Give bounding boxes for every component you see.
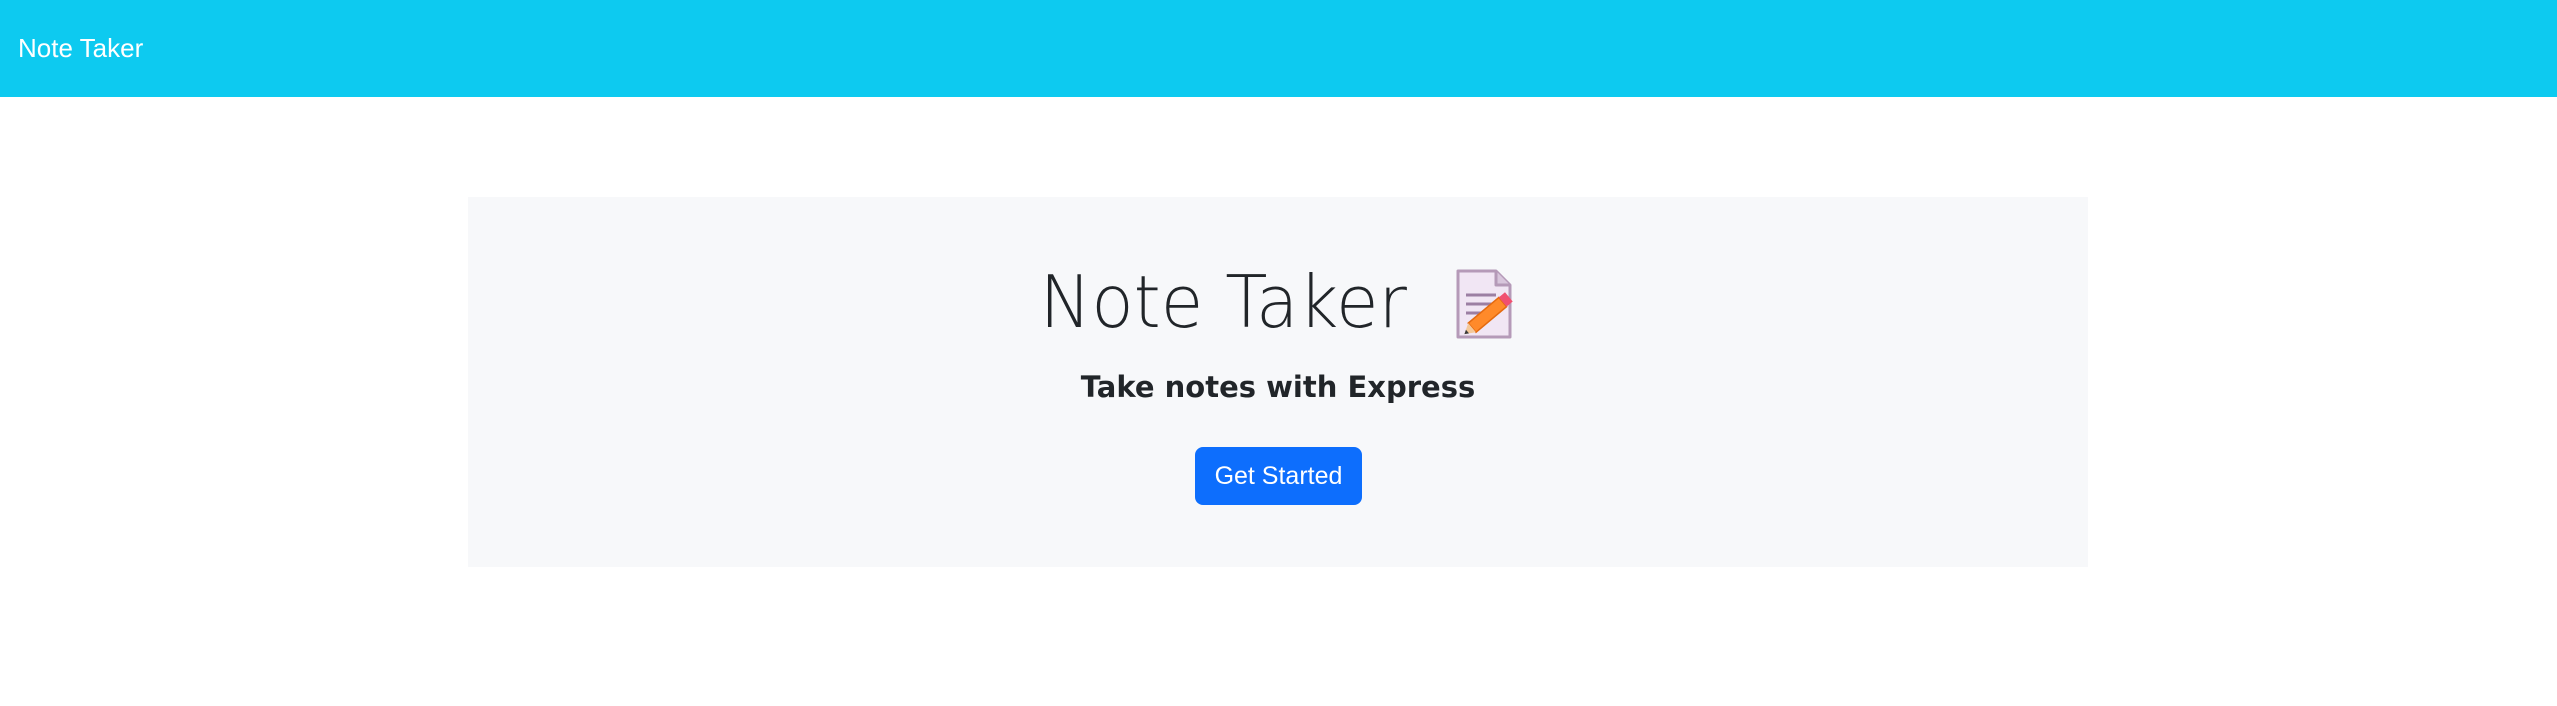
- hero-title-row: Note Taker: [468, 257, 2088, 347]
- get-started-button[interactable]: Get Started: [1195, 447, 1362, 505]
- hero-panel: Note Taker Take notes with Express Get S…: [468, 197, 2088, 567]
- navbar-brand-link[interactable]: Note Taker: [18, 33, 143, 63]
- memo-pencil-icon: [1456, 269, 1513, 339]
- top-navbar: Note Taker: [0, 0, 2557, 97]
- hero-subtitle: Take notes with Express: [1080, 370, 1476, 404]
- page-title: Note Taker: [1039, 260, 1407, 344]
